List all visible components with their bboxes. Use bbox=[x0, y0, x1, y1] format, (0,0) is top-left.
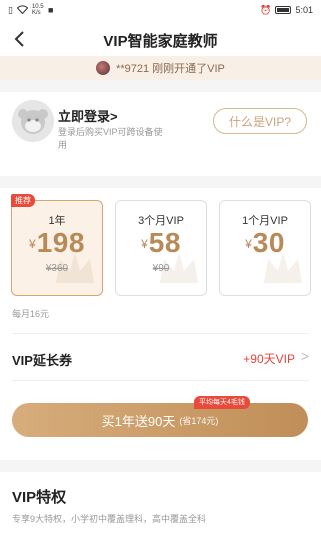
currency-symbol: ¥ bbox=[245, 237, 252, 251]
plan-name: 1年 bbox=[48, 215, 66, 227]
recommend-badge: 推荐 bbox=[11, 194, 35, 207]
plan-card-3-months[interactable]: 3个月VIP ¥58 ¥90 bbox=[115, 200, 207, 296]
login-link[interactable]: 立即登录> bbox=[58, 106, 118, 125]
price-value: 198 bbox=[36, 227, 85, 258]
status-bar: ▯ 10.5 K/s ■ ⏰ 5:01 bbox=[0, 0, 321, 20]
chevron-right-icon: > bbox=[300, 348, 309, 364]
login-section: 立即登录> 登录后购买VIP可跨设备使用 什么是VIP? bbox=[0, 96, 321, 168]
section-gap bbox=[0, 80, 321, 92]
coupon-label: VIP延长券 bbox=[12, 353, 72, 368]
plan-list: 1年 ¥198 ¥360 3个月VIP ¥58 ¥90 1个月VIP ¥30 bbox=[11, 200, 311, 296]
price-value: 30 bbox=[252, 227, 285, 258]
document-icon: ▯ bbox=[8, 4, 13, 15]
extension-coupon-row[interactable]: VIP延长券 +90天VIP > bbox=[0, 336, 321, 378]
divider bbox=[12, 333, 309, 334]
privileges-title: VIP特权 bbox=[12, 489, 67, 506]
plan-name: 1个月VIP bbox=[242, 215, 288, 227]
wifi-icon bbox=[16, 4, 29, 16]
privileges-description: 专享9大特权，小学初中覆盖理科，高中覆盖全科 bbox=[12, 514, 207, 524]
buy-label: 买1年送90天 bbox=[101, 413, 176, 429]
alarm-icon: ⏰ bbox=[260, 4, 272, 15]
user-avatar-icon bbox=[96, 61, 111, 75]
plan-card-1-year[interactable]: 1年 ¥198 ¥360 bbox=[11, 200, 103, 296]
status-left: ▯ 10.5 K/s ■ bbox=[8, 4, 53, 16]
status-time: 5:01 bbox=[295, 5, 313, 15]
plan-price: ¥58 bbox=[116, 227, 206, 259]
notification-icon: ■ bbox=[47, 4, 54, 15]
notice-text: **9721 刚刚开通了VIP bbox=[116, 63, 225, 75]
what-is-vip-button[interactable]: 什么是VIP? bbox=[213, 108, 307, 134]
section-gap bbox=[0, 460, 321, 472]
per-month-price: 每月16元 bbox=[12, 309, 50, 319]
network-speed: 10.5 K/s bbox=[31, 4, 44, 16]
nav-bar: VIP智能家庭教师 bbox=[0, 24, 321, 54]
purchase-notice: **9721 刚刚开通了VIP bbox=[0, 56, 321, 80]
plan-original-price: ¥360 bbox=[45, 263, 69, 274]
coupon-value: +90天VIP bbox=[243, 352, 295, 366]
plan-name: 3个月VIP bbox=[138, 215, 184, 227]
status-right: ⏰ 5:01 bbox=[260, 5, 313, 15]
page-title: VIP智能家庭教师 bbox=[103, 33, 218, 50]
price-value: 58 bbox=[148, 227, 181, 258]
plan-card-1-month[interactable]: 1个月VIP ¥30 bbox=[219, 200, 311, 296]
plan-price: ¥198 bbox=[12, 227, 102, 259]
divider bbox=[12, 380, 309, 381]
currency-symbol: ¥ bbox=[141, 237, 148, 251]
buy-tip-badge: 平均每天4毛钱 bbox=[194, 396, 250, 409]
login-description: 登录后购买VIP可跨设备使用 bbox=[58, 127, 163, 150]
plan-price: ¥30 bbox=[220, 227, 310, 259]
default-avatar-icon[interactable] bbox=[12, 100, 54, 142]
buy-button[interactable]: 买1年送90天 (省174元) bbox=[12, 403, 308, 437]
section-gap bbox=[0, 176, 321, 188]
buy-savings: (省174元) bbox=[179, 415, 219, 426]
battery-icon bbox=[275, 6, 292, 14]
plan-original-price: ¥90 bbox=[152, 263, 170, 274]
currency-symbol: ¥ bbox=[29, 237, 36, 251]
